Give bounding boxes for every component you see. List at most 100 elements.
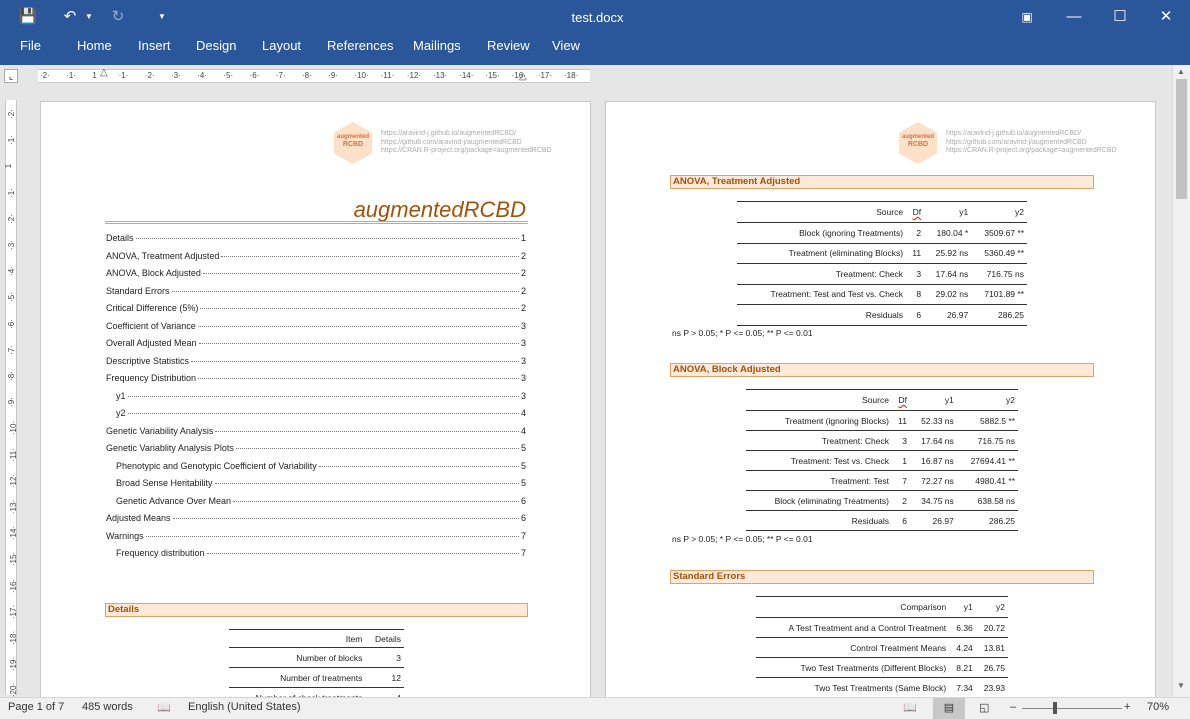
table-cell: 12 — [365, 667, 404, 688]
undo-icon[interactable]: ↶ — [60, 0, 80, 34]
toc-entry[interactable]: Adjusted Means 6 — [106, 513, 526, 527]
zoom-in-icon[interactable]: + — [1124, 701, 1130, 713]
ruler-mark: ·13· — [433, 71, 448, 80]
minimize-icon[interactable]: — — [1064, 0, 1084, 34]
toc-entry-page: 4 — [520, 408, 526, 418]
toc-entry[interactable]: Genetic Advance Over Mean 6 — [116, 496, 526, 510]
table-cell: Number of blocks — [229, 647, 366, 668]
ruler-mark: ·6· — [6, 318, 16, 329]
table-header: Details — [365, 629, 404, 648]
right-indent-marker-icon[interactable]: △ — [519, 71, 527, 82]
ruler-mark: ·2· — [144, 71, 155, 80]
anova-block-table: Source Df y1 y2 Treatment (ignoring Bloc… — [746, 389, 1018, 531]
table-cell: Treatment: Check — [737, 263, 907, 285]
toc-entry[interactable]: Frequency distribution 7 — [116, 548, 526, 562]
tab-references[interactable]: References — [327, 34, 393, 58]
scroll-up-icon[interactable]: ▲ — [1177, 67, 1185, 76]
undo-dropdown-icon[interactable]: ▼ — [84, 0, 94, 34]
table-row: Block (eliminating Treatments) 2 34.75 ns 6… — [746, 490, 1018, 511]
logo-text: augmented RCBD — [901, 134, 934, 148]
toc-entry-page: 2 — [520, 250, 526, 261]
language[interactable]: English (United States) — [188, 701, 301, 713]
table-header: y1 — [949, 596, 976, 618]
toc-entry[interactable]: Standard Errors 2 — [106, 286, 526, 300]
zoom-slider-thumb[interactable] — [1053, 702, 1057, 714]
indent-marker-icon[interactable]: △ — [100, 67, 108, 78]
toc-entry-label: Genetic Advance Over Mean — [116, 495, 232, 506]
tab-view[interactable]: View — [552, 34, 580, 58]
vertical-ruler[interactable]: ·2· ·1· 1 ·1· ·2· ·3· ·4· ·5· ·6· ·7· ·8· ·9· ·10· ·1… — [4, 100, 19, 698]
toc-entry[interactable]: Phenotypic and Genotypic Coefficient of … — [116, 461, 526, 475]
ruler-mark: ·4· — [197, 71, 207, 80]
toc-entry-label: Genetic Variability Analysis — [106, 425, 214, 436]
tab-review[interactable]: Review — [487, 34, 530, 58]
toc-entry-label: Overall Adjusted Mean — [106, 338, 197, 348]
ruler-mark: ·3· — [171, 71, 181, 80]
tab-mailings[interactable]: Mailings — [413, 34, 461, 58]
toc-entry[interactable]: Warnings 7 — [106, 531, 526, 545]
read-mode-icon[interactable]: 📖 — [903, 701, 917, 714]
close-icon[interactable]: ✕ — [1156, 0, 1176, 34]
tab-layout[interactable]: Layout — [262, 34, 301, 58]
tab-design[interactable]: Design — [196, 34, 236, 58]
table-header: Source — [737, 201, 907, 223]
toc-entry[interactable]: Overall Adjusted Mean 3 — [106, 338, 526, 352]
proofing-icon[interactable]: 📖 — [157, 701, 171, 714]
table-header: Source — [746, 389, 892, 411]
ruler-mark: ·7· — [275, 71, 286, 80]
toc-entry[interactable]: y1 3 — [116, 391, 526, 405]
toc-leader — [202, 273, 519, 274]
web-layout-icon[interactable]: ◱ — [979, 701, 989, 714]
table-header: y1 — [924, 201, 972, 223]
print-layout-icon[interactable]: ▤ — [933, 698, 965, 719]
table-cell: 5882.5 ** — [956, 410, 1018, 431]
toc-entry-page: 7 — [520, 548, 526, 558]
zoom-slider[interactable] — [1022, 708, 1122, 709]
toc-entry[interactable]: Broad Sense Heritability 5 — [116, 478, 526, 492]
tab-insert[interactable]: Insert — [138, 34, 171, 58]
tab-selector-icon[interactable]: ⌞ — [4, 69, 18, 83]
toc-entry[interactable]: Genetic Variability Analysis 4 — [106, 426, 526, 440]
ruler-mark: ·10· — [9, 421, 19, 436]
toc-entry[interactable]: Details 1 — [106, 233, 526, 247]
toc-entry[interactable]: Critical Difference (5%) 2 — [106, 303, 526, 317]
table-cell: Treatment: Test — [746, 470, 892, 491]
vertical-scrollbar[interactable]: ▲ ▼ — [1172, 65, 1190, 697]
table-cell: 5360.49 ** — [971, 243, 1027, 264]
table-cell: 7 — [891, 470, 910, 491]
page-1[interactable]: augmented RCBD https://aravind-j.github.i… — [40, 101, 591, 701]
table-cell: 26.75 — [975, 657, 1008, 678]
scroll-down-icon[interactable]: ▼ — [1177, 681, 1185, 690]
toc-entry[interactable]: ANOVA, Treatment Adjusted 2 — [106, 251, 526, 265]
toc-entry[interactable]: y2 4 — [116, 408, 526, 422]
horizontal-ruler[interactable]: ·2· ·1· 1 ·1· ·2· ·3· ·4· ·5· ·6· ·7· ·8· ·9· ·10· ·1… — [38, 69, 590, 83]
toc-entry[interactable]: ANOVA, Block Adjusted 2 — [106, 268, 526, 282]
page-count[interactable]: Page 1 of 7 — [8, 701, 64, 713]
table-header: y1 — [909, 389, 957, 411]
toc-leader — [235, 448, 519, 449]
table-cell: 6.36 — [949, 617, 976, 638]
toc-entry-label: Frequency Distribution — [106, 373, 197, 383]
zoom-level[interactable]: 70% — [1147, 701, 1169, 713]
ruler-mark: ·5· — [6, 292, 16, 303]
ruler-mark: ·7· — [6, 344, 16, 355]
word-count[interactable]: 485 words — [82, 701, 133, 713]
tab-home[interactable]: Home — [77, 34, 112, 58]
tab-file[interactable]: File — [20, 34, 41, 58]
maximize-icon[interactable]: ☐ — [1110, 0, 1130, 34]
zoom-out-icon[interactable]: – — [1010, 701, 1016, 713]
toc-entry[interactable]: Frequency Distribution 3 — [106, 373, 526, 387]
toc-entry[interactable]: Descriptive Statistics 3 — [106, 356, 526, 370]
ribbon-display-icon[interactable]: ▣ — [1018, 0, 1036, 34]
toc-entry[interactable]: Genetic Variablity Analysis Plots 5 — [106, 443, 526, 457]
scroll-thumb[interactable] — [1176, 79, 1187, 199]
customize-toolbar-icon[interactable]: ▼ — [156, 0, 168, 34]
page-2[interactable]: augmented RCBD https://aravind-j.github.i… — [605, 101, 1156, 701]
toc-entry[interactable]: Coefficient of Variance 3 — [106, 321, 526, 335]
redo-icon[interactable]: ↻ — [108, 0, 128, 34]
save-icon[interactable]: 💾 — [18, 0, 38, 34]
ruler-mark: ·5· — [223, 71, 234, 80]
toc-leader — [171, 290, 519, 292]
table-cell: 180.04 * — [924, 222, 972, 244]
table-cell: 716.75 ns — [956, 430, 1018, 451]
